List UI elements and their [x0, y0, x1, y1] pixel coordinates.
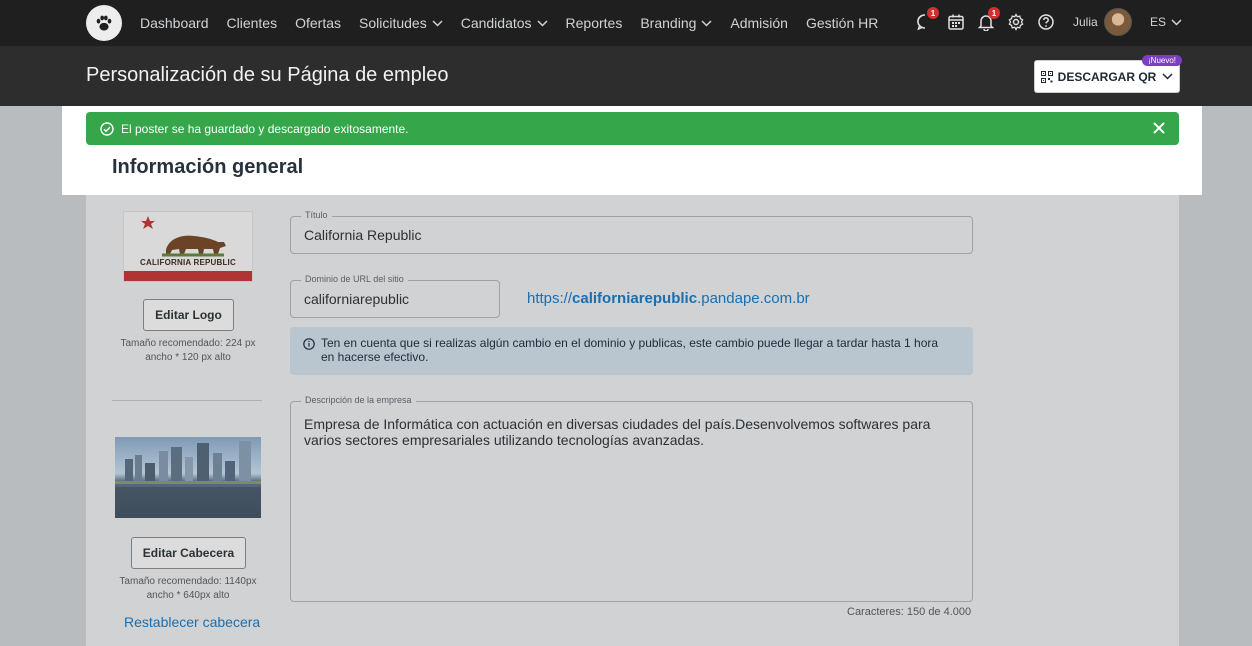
domain-info-alert: Ten en cuenta que si realizas algún camb…	[290, 327, 973, 375]
bell-badge: 1	[988, 7, 1000, 19]
logo-size-hint: Tamaño recomendado: 224 px ancho * 120 p…	[108, 337, 268, 365]
nav-item-dashboard[interactable]: Dashboard	[140, 15, 209, 31]
chevron-down-icon	[432, 19, 443, 27]
close-icon[interactable]	[1151, 120, 1167, 136]
description-field-value: Empresa de Informática con actuación en …	[304, 416, 931, 448]
edit-header-button[interactable]: Editar Cabecera	[131, 537, 246, 569]
nav-item-label: Clientes	[226, 15, 278, 31]
chevron-down-icon	[1162, 73, 1173, 80]
success-toast: El poster se ha guardado y descargado ex…	[86, 112, 1179, 145]
domain-field-value: californiarepublic	[304, 291, 410, 307]
company-logo-image: CALIFORNIA REPUBLIC	[123, 211, 253, 282]
nav-item-label: Candidatos	[460, 15, 532, 31]
nav-item-label: Dashboard	[140, 15, 209, 31]
edit-logo-label: Editar Logo	[155, 308, 222, 322]
title-field-label: Título	[301, 210, 332, 220]
user-name[interactable]: Julia	[1073, 15, 1098, 29]
nav-item-label: Ofertas	[295, 15, 341, 31]
url-domain: californiarepublic	[572, 290, 698, 307]
reset-header-link[interactable]: Restablecer cabecera	[124, 614, 260, 630]
nav-item-candidatos[interactable]: Candidatos	[461, 15, 548, 31]
domain-info-text: Ten en cuenta que si realizas algún camb…	[321, 336, 939, 364]
gear-icon[interactable]	[1005, 11, 1027, 33]
domain-field[interactable]: Dominio de URL del sitio californiarepub…	[290, 274, 500, 318]
new-badge: ¡Nuevo!	[1142, 55, 1183, 66]
main-menu: Dashboard Clientes Ofertas Solicitudes C…	[140, 0, 896, 46]
chevron-down-icon	[701, 19, 712, 27]
title-field[interactable]: Título California Republic	[290, 210, 973, 254]
nav-item-reportes[interactable]: Reportes	[566, 15, 623, 31]
nav-item-ofertas[interactable]: Ofertas	[295, 15, 341, 31]
nav-item-solicitudes[interactable]: Solicitudes	[359, 15, 443, 31]
logo-hint-line2: ancho * 120 px alto	[145, 352, 231, 363]
chat-icon[interactable]: 1	[914, 7, 939, 33]
language-label: ES	[1150, 15, 1167, 29]
nav-item-label: Gestión HR	[805, 15, 879, 31]
download-qr-label: DESCARGAR QR	[1057, 69, 1157, 84]
info-icon	[303, 337, 315, 355]
chat-badge: 1	[927, 7, 939, 19]
nav-item-label: Branding	[640, 15, 697, 31]
toast-message: El poster se ha guardado y descargado ex…	[121, 121, 409, 136]
nav-item-branding[interactable]: Branding	[640, 15, 712, 31]
help-icon[interactable]	[1035, 11, 1057, 33]
header-hint-line1: Tamaño recomendado: 1140px	[119, 576, 257, 587]
qr-code-icon	[1040, 70, 1053, 83]
header-size-hint: Tamaño recomendado: 1140px ancho * 640px…	[108, 575, 268, 603]
chevron-down-icon	[537, 19, 548, 27]
description-field-label: Descripción de la empresa	[301, 395, 416, 405]
bell-icon[interactable]: 1	[975, 7, 1000, 33]
url-prefix: https://	[527, 290, 573, 307]
edit-logo-button[interactable]: Editar Logo	[143, 299, 234, 331]
divider	[112, 400, 262, 401]
flag-text: CALIFORNIA REPUBLIC	[140, 258, 236, 267]
flag-stripe	[124, 271, 252, 281]
page-title: Personalización de su Página de empleo	[86, 64, 449, 86]
domain-field-label: Dominio de URL del sitio	[301, 274, 408, 284]
chevron-down-icon	[1171, 18, 1182, 26]
top-navigation: Dashboard Clientes Ofertas Solicitudes C…	[0, 0, 1252, 46]
avatar[interactable]	[1104, 8, 1132, 36]
header-hint-line2: ancho * 640px alto	[146, 590, 230, 601]
nav-item-label: Admisión	[730, 15, 788, 31]
header-image	[115, 437, 261, 518]
nav-item-clientes[interactable]: Clientes	[227, 15, 278, 31]
check-circle-icon	[100, 121, 114, 136]
language-selector[interactable]: ES	[1150, 15, 1182, 29]
url-suffix: .pandape.com.br	[697, 290, 810, 307]
character-count: Caracteres: 150 de 4.000	[847, 606, 972, 618]
edit-header-label: Editar Cabecera	[142, 546, 235, 560]
paw-logo-icon[interactable]	[86, 5, 122, 41]
section-title: Información general	[112, 156, 304, 178]
logo-hint-line1: Tamaño recomendado: 224 px	[120, 338, 256, 349]
site-url-link[interactable]: https://californiarepublic.pandape.com.b…	[527, 290, 810, 307]
city-skyline-icon	[115, 441, 261, 518]
paw-icon	[96, 15, 112, 31]
nav-item-label: Solicitudes	[359, 15, 427, 31]
nav-item-label: Reportes	[565, 15, 623, 31]
title-field-value: California Republic	[304, 227, 422, 243]
nav-item-gestion-hr[interactable]: Gestión HR	[806, 15, 878, 31]
nav-item-admision[interactable]: Admisión	[730, 15, 788, 31]
description-field[interactable]: Descripción de la empresa Empresa de Inf…	[290, 395, 973, 602]
calendar-icon[interactable]	[945, 11, 967, 33]
